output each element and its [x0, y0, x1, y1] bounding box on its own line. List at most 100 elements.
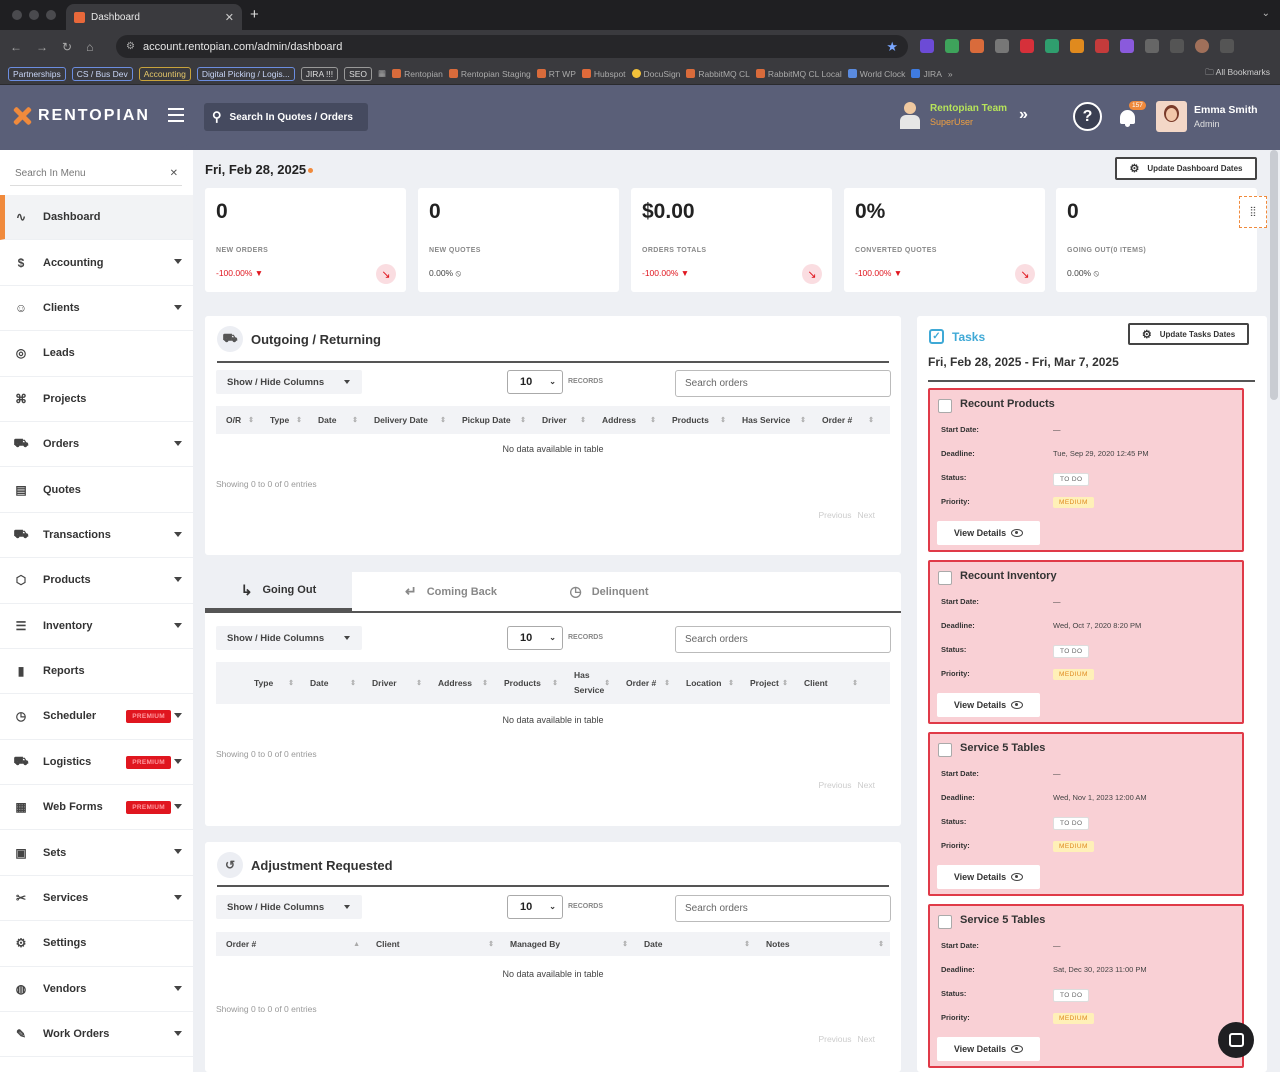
sort-icon[interactable]: ⇕ — [782, 679, 788, 687]
double-chevron-right-icon[interactable]: » — [1019, 106, 1028, 124]
column-header[interactable]: Driver ⇕ — [532, 406, 592, 434]
bookmark-link[interactable]: RT WP — [536, 69, 576, 79]
bookmark-link[interactable]: JIRA — [911, 69, 942, 79]
sidebar-item-inventory[interactable]: ☰ Inventory — [0, 604, 193, 649]
sidebar-item-projects[interactable]: ⌘ Projects — [0, 377, 193, 422]
notifications-bell-icon[interactable]: 157 — [1118, 101, 1146, 128]
bookmark-link[interactable]: RabbitMQ CL Local — [755, 69, 842, 79]
sidebar-item-clients[interactable]: ☺ Clients — [0, 286, 193, 332]
column-header[interactable]: Order # ⇕ — [616, 662, 676, 704]
extension-icon[interactable] — [1070, 39, 1084, 53]
next-page-button[interactable]: Next — [858, 510, 875, 520]
close-tab-icon[interactable]: ✕ — [225, 11, 234, 24]
column-header[interactable]: Products ⇕ — [662, 406, 732, 434]
view-details-button[interactable]: View Details — [937, 693, 1040, 717]
chevron-down-icon[interactable] — [174, 1031, 182, 1037]
column-header[interactable]: Project ⇕ — [740, 662, 794, 704]
update-dashboard-dates-button[interactable]: ⚙ Update Dashboard Dates — [1115, 157, 1257, 180]
search-quotes-orders-button[interactable]: ⚲ Search In Quotes / Orders — [204, 103, 368, 131]
extension-icon[interactable] — [1095, 39, 1109, 53]
bookmark-folder[interactable]: Accounting — [138, 66, 191, 81]
records-per-page-select[interactable]: 10 ⌄ — [507, 370, 563, 394]
show-hide-columns-button[interactable]: Show / Hide Columns — [216, 626, 362, 650]
sidebar-item-accounting[interactable]: $ Accounting — [0, 240, 193, 286]
view-details-button[interactable]: View Details — [937, 865, 1040, 889]
sidebar-item-products[interactable]: ⬡ Products — [0, 558, 193, 604]
view-details-button[interactable]: View Details — [937, 1037, 1040, 1061]
chat-widget-button[interactable] — [1218, 1022, 1254, 1058]
chevron-down-icon[interactable] — [174, 985, 182, 991]
bookmark-folder[interactable]: Partnerships — [8, 66, 66, 81]
help-icon[interactable]: ? — [1073, 102, 1102, 131]
extension-icon[interactable] — [920, 39, 934, 53]
sort-icon[interactable]: ⇕ — [744, 940, 750, 948]
column-header[interactable]: Location ⇕ — [676, 662, 740, 704]
column-header[interactable]: Address ⇕ — [428, 662, 494, 704]
chevron-down-icon[interactable] — [174, 758, 182, 764]
sort-icon[interactable]: ⇕ — [604, 679, 610, 687]
search-orders-input[interactable]: Search orders — [675, 370, 891, 397]
sidebar-item-dashboard[interactable]: ∿ Dashboard — [0, 195, 193, 241]
column-header[interactable]: Order # ⇕ — [812, 406, 880, 434]
sort-icon[interactable]: ⇕ — [248, 416, 254, 424]
sidebar-item-services[interactable]: ✂ Services — [0, 876, 193, 922]
tab-going-out[interactable]: ↳ Going Out — [205, 572, 352, 611]
chevron-down-icon[interactable] — [174, 622, 182, 628]
chevron-down-icon[interactable] — [174, 713, 182, 719]
previous-page-button[interactable]: Previous — [818, 1034, 851, 1044]
sort-icon[interactable]: ⇕ — [552, 679, 558, 687]
view-details-button[interactable]: View Details — [937, 521, 1040, 545]
bookmark-folder[interactable]: Digital Picking / Logis... — [196, 66, 295, 81]
sidebar-item-leads[interactable]: ◎ Leads — [0, 331, 193, 377]
sort-icon[interactable]: ⇕ — [440, 416, 446, 424]
tab-search-icon[interactable]: ⌄ — [1262, 8, 1270, 19]
chevron-down-icon[interactable] — [174, 804, 182, 810]
sort-icon[interactable]: ⇕ — [416, 679, 422, 687]
sort-icon[interactable]: ▲ — [353, 941, 360, 948]
show-hide-columns-button[interactable]: Show / Hide Columns — [216, 895, 362, 919]
sort-icon[interactable]: ⇕ — [878, 940, 884, 948]
search-orders-input[interactable]: Search orders — [675, 626, 891, 653]
extension-icon[interactable] — [995, 39, 1009, 53]
bookmark-link[interactable]: Rentopian — [392, 69, 443, 79]
sort-icon[interactable]: ⇕ — [482, 679, 488, 687]
back-icon[interactable]: ← — [10, 40, 22, 54]
column-header[interactable]: Managed By ⇕ — [500, 932, 634, 956]
menu-search-input[interactable]: Search In Menu ✕ — [10, 162, 182, 186]
sort-icon[interactable]: ⇕ — [520, 416, 526, 424]
sort-icon[interactable]: ⇕ — [350, 679, 356, 687]
browser-tab-dashboard[interactable]: Dashboard ✕ — [66, 4, 242, 30]
previous-page-button[interactable]: Previous — [818, 780, 851, 790]
column-header[interactable]: O/R ⇕ — [216, 406, 260, 434]
barcode-scan-icon[interactable]: ⦙⦙ — [1239, 196, 1267, 228]
sort-icon[interactable]: ⇕ — [622, 940, 628, 948]
bookmark-link[interactable]: RabbitMQ CL — [686, 69, 750, 79]
all-bookmarks[interactable]: 🗀 All Bookmarks — [1205, 67, 1270, 81]
sidebar-item-scheduler[interactable]: ◷ Scheduler PREMIUM — [0, 694, 193, 740]
sort-icon[interactable]: ⇕ — [664, 679, 670, 687]
chevron-down-icon[interactable] — [174, 849, 182, 855]
sort-icon[interactable]: ⇕ — [852, 679, 858, 687]
bookmark-link[interactable]: DocuSign — [631, 69, 680, 79]
sort-icon[interactable]: ⇕ — [288, 679, 294, 687]
forward-icon[interactable]: → — [36, 40, 48, 54]
sidebar-item-reports[interactable]: ▮ Reports — [0, 649, 193, 695]
sidebar-item-work-orders[interactable]: ✎ Work Orders — [0, 1012, 193, 1058]
sort-icon[interactable]: ⇕ — [720, 416, 726, 424]
site-settings-icon[interactable]: ⚙ — [126, 41, 135, 52]
column-header[interactable]: Pickup Date ⇕ — [452, 406, 532, 434]
rentopian-logo[interactable]: RENTOPIAN — [12, 106, 150, 126]
update-tasks-dates-button[interactable]: ⚙ Update Tasks Dates — [1128, 323, 1249, 345]
search-orders-input[interactable]: Search orders — [675, 895, 891, 922]
sort-icon[interactable]: ⇕ — [650, 416, 656, 424]
bookmark-star-icon[interactable]: ★ — [886, 39, 898, 55]
extension-icon[interactable] — [1120, 39, 1134, 53]
column-header[interactable]: Notes ⇕ — [756, 932, 890, 956]
reload-icon[interactable]: ↻ — [62, 40, 72, 54]
bookmark-link[interactable]: Rentopian Staging — [448, 69, 531, 79]
bookmark-link[interactable]: World Clock — [847, 69, 905, 79]
sidebar-item-sets[interactable]: ▣ Sets — [0, 830, 193, 876]
column-header[interactable]: Date ⇕ — [634, 932, 756, 956]
tab-delinquent[interactable]: ◷ Delinquent — [550, 572, 668, 611]
column-header[interactable]: Delivery Date ⇕ — [364, 406, 452, 434]
